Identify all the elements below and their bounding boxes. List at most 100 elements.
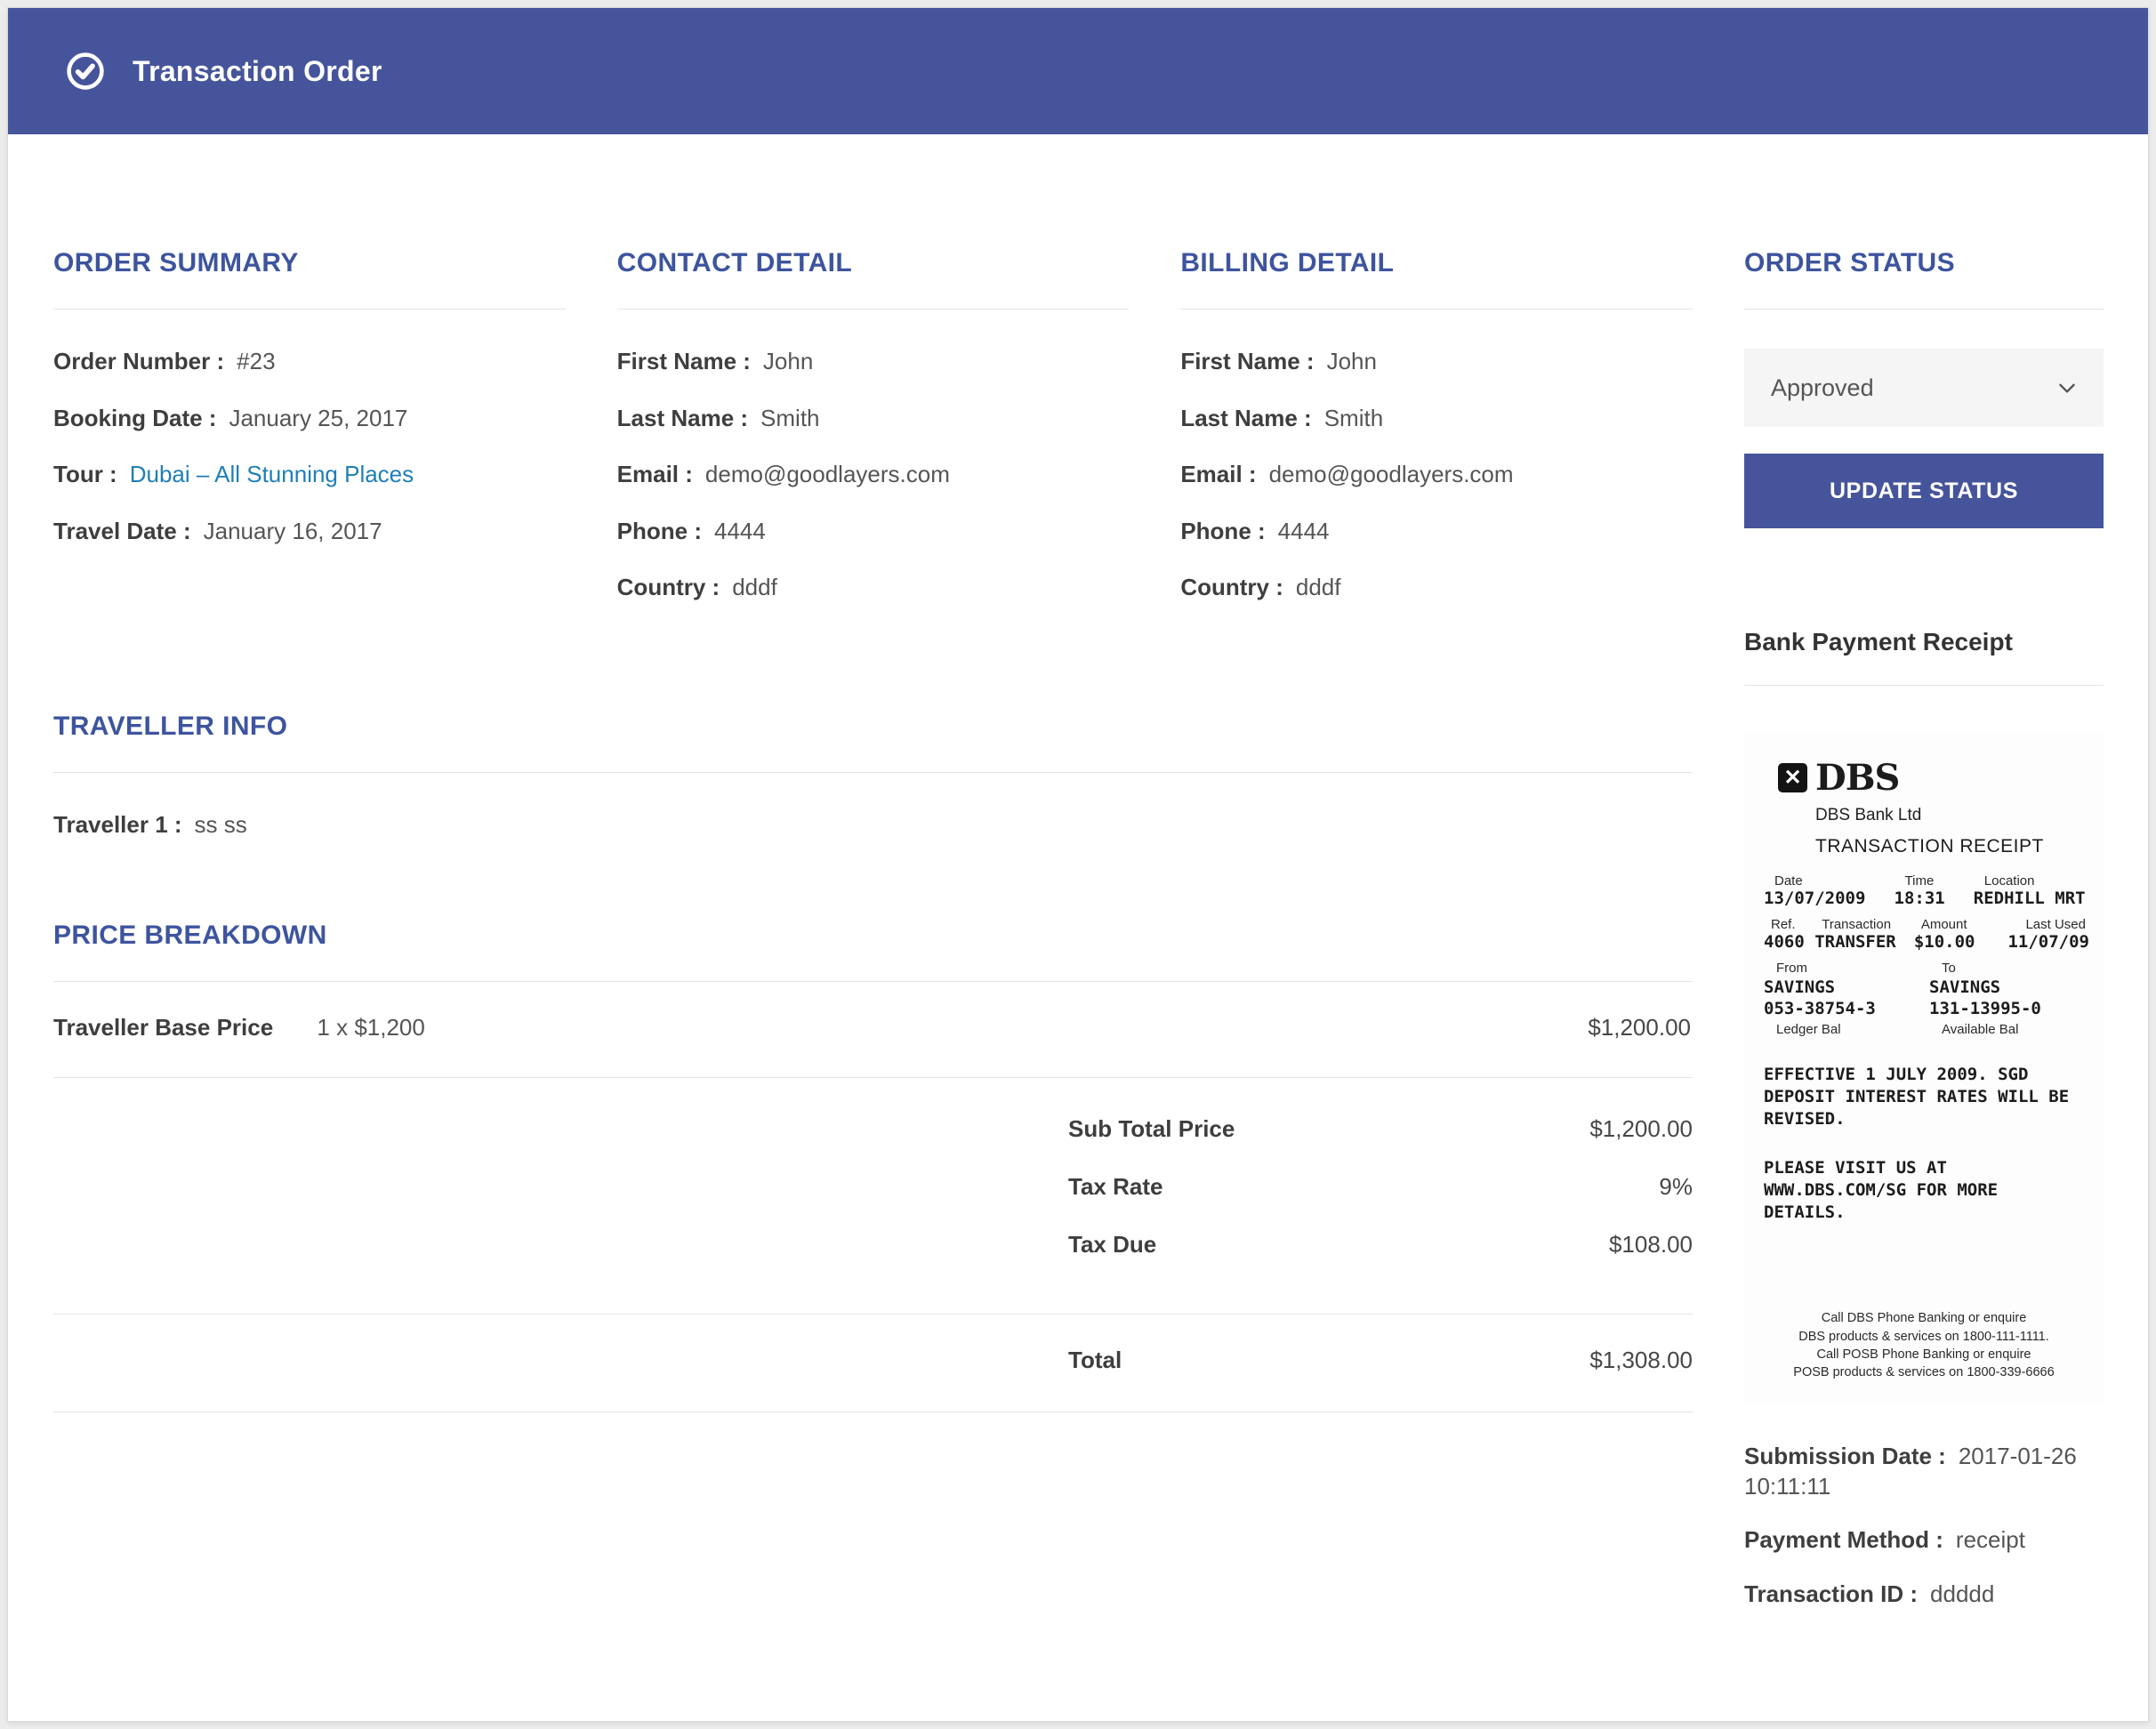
receipt-location-value: REDHILL MRT — [1974, 889, 2086, 908]
payment-method-label: Payment Method : — [1744, 1526, 1943, 1553]
receipt-last-used-value: 11/07/09 — [2007, 932, 2089, 952]
travel-date-label: Travel Date : — [53, 518, 191, 544]
billing-first-name-label: First Name : — [1180, 348, 1314, 374]
contact-phone-row: Phone : 4444 — [617, 517, 1130, 546]
receipt-footer-line-1: Call DBS Phone Banking or enquire — [1758, 1309, 2089, 1327]
contact-detail-section: CONTACT DETAIL First Name :John Last Nam… — [617, 248, 1130, 630]
traveller-row: Traveller 1 :ss ss — [53, 810, 1693, 840]
contact-email-row: Email :demo@goodlayers.com — [617, 460, 1130, 489]
subtotal-block: Sub Total Price $1,200.00 Tax Rate 9% Ta… — [53, 1078, 1693, 1315]
receipt-date-label: Date — [1764, 873, 1895, 889]
contact-first-name-label: First Name : — [617, 348, 751, 374]
contact-phone-value: 4444 — [714, 518, 766, 544]
base-price-row: Traveller Base Price 1 x $1,200 $1,200.0… — [53, 982, 1693, 1078]
receipt-transaction-label: Transaction — [1814, 917, 1914, 932]
tour-label: Tour : — [53, 461, 117, 487]
receipt-available-bal-label: Available Bal — [1929, 1022, 2089, 1037]
receipt-time-value: 18:31 — [1895, 889, 1945, 908]
order-number-row: Order Number : #23 — [53, 347, 566, 376]
transaction-order-page: Transaction Order ORDER SUMMARY Order Nu… — [7, 7, 2149, 1722]
check-circle-icon — [65, 51, 106, 92]
receipt-bank-sub: DBS Bank Ltd — [1815, 806, 2089, 825]
billing-first-name-value: John — [1327, 348, 1377, 374]
submission-date-label: Submission Date : — [1744, 1443, 1946, 1469]
billing-last-name-row: Last Name : Smith — [1180, 404, 1693, 433]
bank-receipt-image[interactable]: ✕ DBS DBS Bank Ltd TRANSACTION RECEIPT D… — [1744, 730, 2104, 1405]
billing-detail-heading: BILLING DETAIL — [1180, 248, 1693, 310]
tax-due-row: Tax Due $108.00 — [1068, 1231, 1693, 1259]
traveller-value: ss ss — [195, 811, 247, 838]
order-status-selected-value: Approved — [1771, 374, 1874, 402]
billing-email-label: Email : — [1180, 461, 1256, 487]
receipt-date-row: Date13/07/2009 Time18:31 LocationREDHILL… — [1758, 873, 2089, 908]
billing-email-row: Email : demo@goodlayers.com — [1180, 460, 1693, 489]
submission-date-row: Submission Date :2017-01-26 10:11:11 — [1744, 1441, 2104, 1502]
billing-country-label: Country : — [1180, 574, 1283, 600]
receipt-time-label: Time — [1895, 873, 1974, 889]
order-status-select[interactable]: Approved — [1744, 349, 2104, 427]
bank-payment-receipt-heading: Bank Payment Receipt — [1744, 628, 2104, 686]
receipt-to-label: To — [1929, 961, 2089, 976]
transaction-id-label: Transaction ID : — [1744, 1580, 1918, 1607]
receipt-date-value: 13/07/2009 — [1764, 889, 1865, 908]
billing-country-value: dddf — [1296, 574, 1341, 600]
payment-method-value: receipt — [1956, 1526, 2025, 1553]
tour-row: Tour : Dubai – All Stunning Places — [53, 460, 566, 489]
base-price-qty: 1 x $1,200 — [317, 1014, 424, 1041]
price-breakdown-section: PRICE BREAKDOWN Traveller Base Price 1 x… — [53, 921, 1693, 1412]
contact-first-name-value: John — [763, 348, 813, 374]
total-value: $1,308.00 — [1589, 1347, 1693, 1374]
payment-method-row: Payment Method : receipt — [1744, 1524, 2104, 1555]
dbs-logo-text: DBS — [1815, 757, 1899, 799]
contact-country-value: dddf — [732, 574, 777, 600]
contact-detail-heading: CONTACT DETAIL — [617, 248, 1130, 310]
receipt-notice-1: EFFECTIVE 1 JULY 2009. SGD DEPOSIT INTER… — [1764, 1064, 2089, 1130]
booking-date-value: January 25, 2017 — [229, 405, 407, 431]
page-header: Transaction Order — [8, 8, 2148, 134]
receipt-to-account: SAVINGS — [1929, 977, 2089, 997]
total-label: Total — [1068, 1347, 1122, 1374]
travel-date-row: Travel Date : January 16, 2017 — [53, 517, 566, 546]
receipt-accounts-row: From SAVINGS 053-38754-3 Ledger Bal To S… — [1758, 961, 2089, 1037]
dbs-logo: ✕ DBS — [1778, 757, 2089, 799]
order-summary-section: ORDER SUMMARY Order Number :#23 Booking … — [53, 248, 566, 573]
billing-email-value: demo@goodlayers.com — [1269, 461, 1514, 487]
page-title: Transaction Order — [133, 55, 382, 88]
contact-last-name-value: Smith — [760, 405, 819, 431]
receipt-transaction-value: TRANSFER — [1814, 932, 1896, 952]
receipt-footer: Call DBS Phone Banking or enquire DBS pr… — [1758, 1309, 2089, 1381]
booking-date-row: Booking Date :January 25, 2017 — [53, 404, 566, 433]
receipt-footer-line-2: DBS products & services on 1800-111-1111… — [1758, 1328, 2089, 1346]
contact-email-value: demo@goodlayers.com — [705, 461, 950, 487]
order-number-value: #23 — [237, 348, 275, 374]
receipt-from-number: 053-38754-3 — [1764, 999, 1924, 1018]
traveller-info-heading: TRAVELLER INFO — [53, 712, 1693, 773]
order-number-label: Order Number : — [53, 348, 224, 374]
receipt-footer-line-4: POSB products & services on 1800-339-666… — [1758, 1363, 2089, 1381]
subtotal-row: Sub Total Price $1,200.00 — [1068, 1115, 1693, 1143]
billing-last-name-label: Last Name : — [1180, 405, 1311, 431]
base-price-label: Traveller Base Price — [53, 1014, 273, 1041]
update-status-button[interactable]: UPDATE STATUS — [1744, 454, 2104, 528]
billing-first-name-row: First Name : John — [1180, 347, 1693, 376]
receipt-footer-line-3: Call POSB Phone Banking or enquire — [1758, 1346, 2089, 1363]
billing-phone-label: Phone : — [1180, 518, 1265, 544]
receipt-from-label: From — [1764, 961, 1924, 976]
chevron-down-icon — [2055, 376, 2079, 399]
travel-date-value: January 16, 2017 — [204, 518, 382, 544]
contact-first-name-row: First Name : John — [617, 347, 1130, 376]
contact-phone-label: Phone : — [617, 518, 702, 544]
receipt-ref-row: Ref.4060 TransactionTRANSFER Amount$10.0… — [1758, 917, 2089, 952]
payment-meta: Submission Date :2017-01-26 10:11:11 Pay… — [1744, 1441, 2104, 1609]
billing-phone-row: Phone :4444 — [1180, 517, 1693, 546]
tour-link[interactable]: Dubai – All Stunning Places — [130, 461, 414, 487]
receipt-ref-value: 4060 — [1764, 932, 1805, 952]
receipt-ledger-bal-label: Ledger Bal — [1764, 1022, 1924, 1037]
receipt-location-label: Location — [1974, 873, 2089, 889]
receipt-last-used-label: Last Used — [2007, 917, 2089, 932]
billing-last-name-value: Smith — [1324, 405, 1383, 431]
total-row: Total $1,308.00 — [53, 1315, 1693, 1412]
receipt-ref-label: Ref. — [1764, 917, 1814, 932]
receipt-amount-label: Amount — [1914, 917, 2007, 932]
receipt-amount-value: $10.00 — [1914, 932, 1975, 952]
